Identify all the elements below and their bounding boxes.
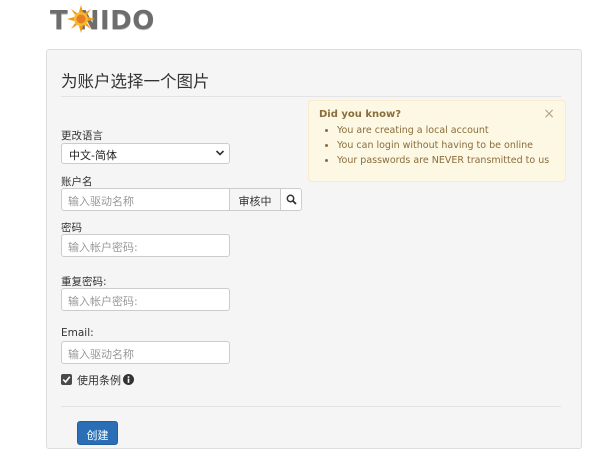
chevron-down-icon xyxy=(215,150,225,156)
search-button[interactable] xyxy=(280,188,302,211)
divider xyxy=(61,96,561,97)
password-input[interactable]: 输入帐户密码: xyxy=(61,234,230,257)
tip-item: Your passwords are NEVER transmitted to … xyxy=(337,153,549,168)
checkmark-icon xyxy=(62,376,71,384)
language-value: 中文-简体 xyxy=(69,149,117,162)
page-title: 为账户选择一个图片 xyxy=(61,72,210,91)
tip-item: You are creating a local account xyxy=(337,123,549,138)
sun-icon xyxy=(67,5,95,33)
account-label: 账户名 xyxy=(61,176,93,188)
divider xyxy=(61,406,561,407)
did-you-know-alert: Did you know? × You are creating a local… xyxy=(308,100,566,182)
password-label: 密码 xyxy=(61,222,82,234)
tip-item: You can login without having to be onlin… xyxy=(337,138,549,153)
account-name-input[interactable]: 输入驱动名称 xyxy=(61,188,230,211)
email-label: Email: xyxy=(61,327,94,339)
tonido-logo: T NIDO xyxy=(50,4,170,38)
alert-title: Did you know? xyxy=(319,109,402,120)
language-select[interactable]: 中文-简体 xyxy=(61,143,230,164)
terms-checkbox[interactable] xyxy=(61,374,72,385)
search-icon xyxy=(286,194,297,205)
repeat-password-input[interactable]: 输入帐户密码: xyxy=(61,288,230,311)
close-icon[interactable]: × xyxy=(543,106,555,122)
email-input[interactable]: 输入驱动名称 xyxy=(61,341,230,364)
create-button[interactable]: 创建 xyxy=(77,421,118,445)
repeat-password-label: 重复密码: xyxy=(61,276,107,288)
terms-label: 使用条例 xyxy=(77,374,121,387)
tip-list: You are creating a local account You can… xyxy=(323,123,549,168)
language-label: 更改语言 xyxy=(61,130,103,142)
info-icon[interactable] xyxy=(123,374,134,385)
review-button[interactable]: 审核中 xyxy=(229,188,281,211)
